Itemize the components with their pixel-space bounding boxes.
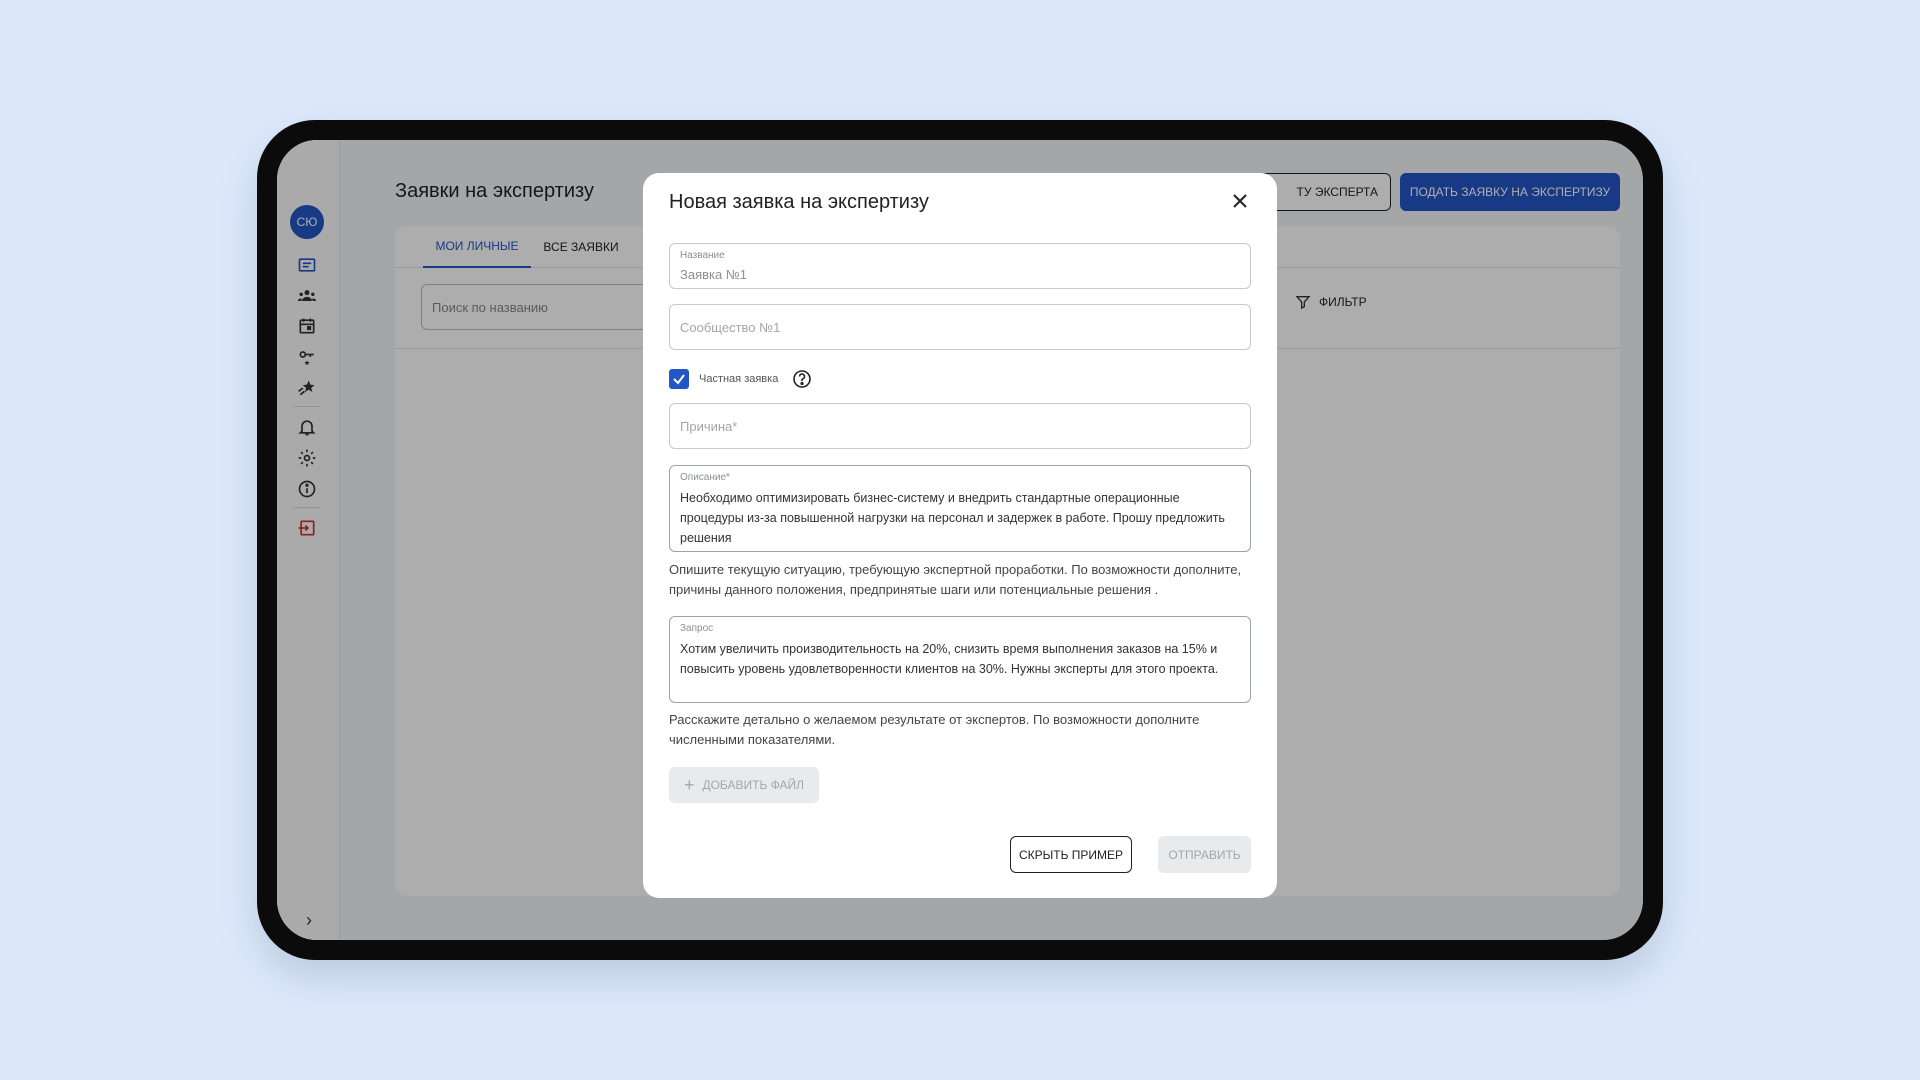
request-field-value: Хотим увеличить производительность на 20… (680, 642, 1219, 676)
private-request-row: Частная заявка (669, 369, 812, 389)
community-field-placeholder: Сообщество №1 (680, 319, 781, 335)
help-icon[interactable] (792, 369, 812, 389)
description-field[interactable]: Описание* Необходимо оптимизировать бизн… (669, 465, 1251, 552)
add-file-button[interactable]: + ДОБАВИТЬ ФАЙЛ (669, 767, 819, 803)
private-request-label: Частная заявка (699, 373, 779, 385)
new-request-modal: Новая заявка на экспертизу Название Заяв… (643, 173, 1277, 898)
request-field[interactable]: Запрос Хотим увеличить производительност… (669, 616, 1251, 703)
description-field-value: Необходимо оптимизировать бизнес-систему… (680, 491, 1225, 545)
description-hint: Опишите текущую ситуацию, требующую эксп… (669, 562, 1242, 597)
close-icon[interactable] (1227, 188, 1253, 214)
reason-field-placeholder: Причина* (680, 418, 738, 434)
reason-field[interactable]: Причина* (669, 403, 1251, 449)
name-field-label: Название (680, 250, 725, 261)
name-field-value: Заявка №1 (680, 267, 748, 282)
community-field[interactable]: Сообщество №1 (669, 304, 1251, 350)
hide-example-button[interactable]: СКРЫТЬ ПРИМЕР (1010, 836, 1132, 873)
request-hint: Расскажите детально о желаемом результат… (669, 712, 1200, 747)
modal-title: Новая заявка на экспертизу (669, 191, 929, 213)
plus-icon: + (683, 775, 695, 795)
add-file-label: ДОБАВИТЬ ФАЙЛ (702, 778, 805, 792)
name-field[interactable]: Название Заявка №1 (669, 243, 1251, 289)
send-button[interactable]: ОТПРАВИТЬ (1158, 836, 1251, 873)
request-field-label: Запрос (680, 623, 714, 634)
private-request-checkbox[interactable] (669, 369, 689, 389)
description-field-label: Описание* (680, 472, 730, 483)
